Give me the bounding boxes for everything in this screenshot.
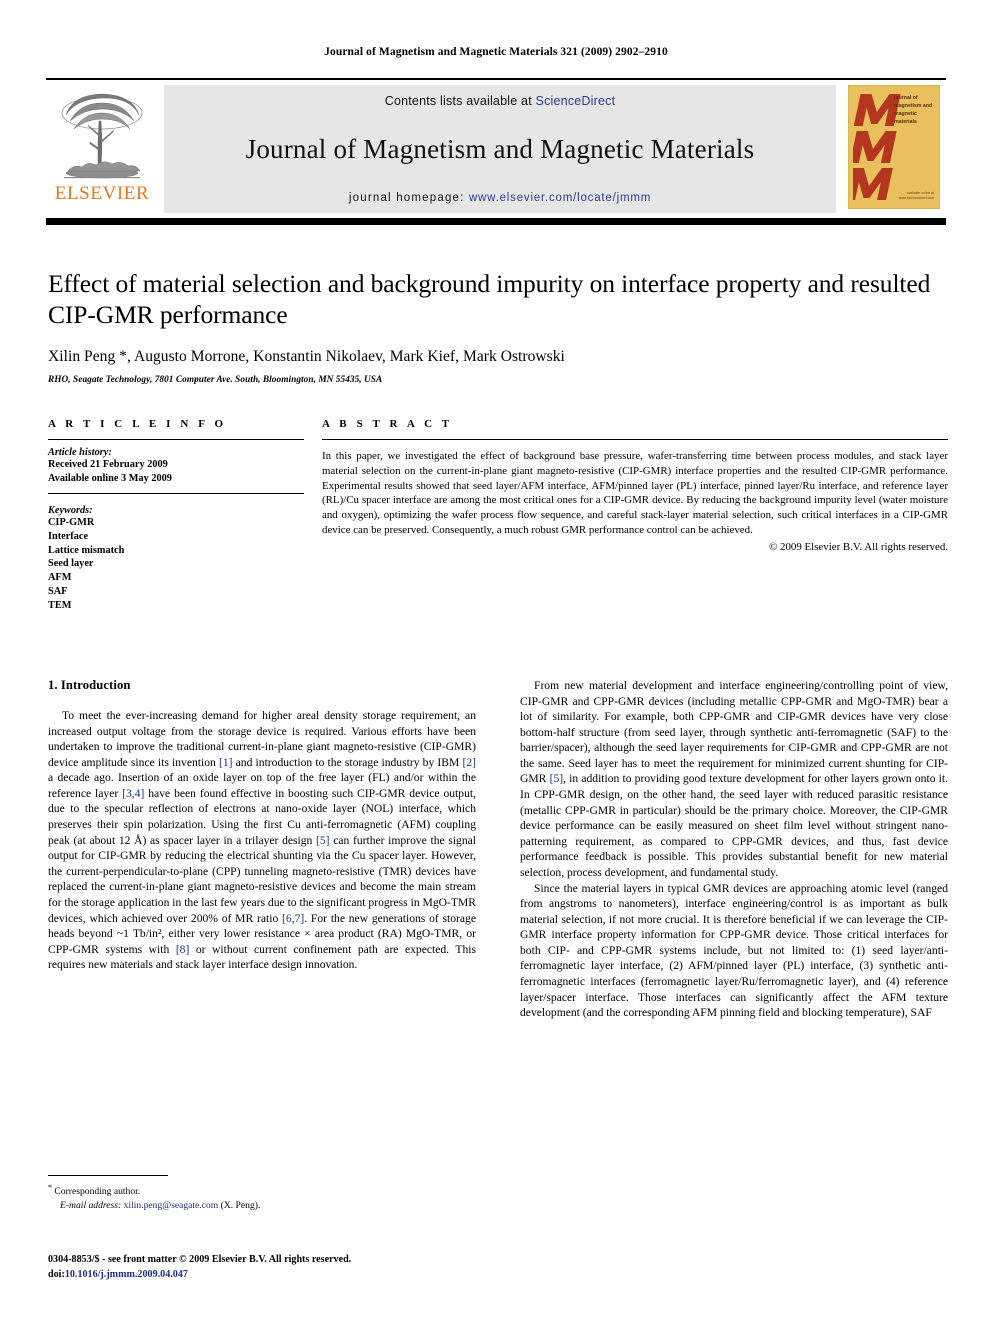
elsevier-tree-icon [61, 93, 143, 179]
paragraph: From new material development and interf… [520, 679, 948, 879]
article-history-online: Available online 3 May 2009 [48, 472, 172, 484]
issn-block: 0304-8853/$ - see front matter © 2009 El… [48, 1253, 476, 1282]
keyword-item: CIP-GMR [48, 516, 95, 528]
article-info-rule-top [48, 439, 304, 440]
paper-page: Journal of Magnetism and Magnetic Materi… [0, 0, 992, 1323]
keyword-item: Seed layer [48, 558, 94, 570]
doi-line: doi:10.1016/j.jmmm.2009.04.047 [48, 1268, 476, 1283]
article-info-column: A R T I C L E I N F O Article history: R… [48, 418, 304, 613]
issn-copyright-line: 0304-8853/$ - see front matter © 2009 El… [48, 1254, 352, 1265]
journal-title: Journal of Magnetism and Magnetic Materi… [245, 134, 755, 165]
paragraph: Since the material layers in typical GMR… [520, 881, 948, 1020]
journal-banner: Contents lists available at ScienceDirec… [164, 85, 836, 213]
elsevier-logo: ELSEVIER [46, 85, 158, 213]
corresponding-author-text: Corresponding author. [54, 1186, 141, 1198]
doi-link[interactable]: 10.1016/j.jmmm.2009.04.047 [65, 1269, 188, 1280]
keywords-block: Keywords: CIP-GMR Interface Lattice mism… [48, 505, 304, 613]
article-info-heading: A R T I C L E I N F O [48, 418, 227, 430]
article-history-received: Received 21 February 2009 [48, 459, 168, 470]
cover-footer-text: available online at www.sciencedirect.co… [898, 190, 934, 200]
journal-header: ELSEVIER Contents lists available at Sci… [46, 78, 946, 225]
keyword-item: TEM [48, 600, 72, 612]
keyword-item: SAF [48, 586, 68, 598]
keyword-item: Interface [48, 530, 89, 542]
journal-cover-thumbnail: journal of magnetism and magnetic materi… [848, 85, 940, 209]
keyword-item: AFM [48, 572, 72, 584]
header-bottom-rule [46, 218, 946, 225]
sciencedirect-link[interactable]: ScienceDirect [536, 94, 616, 108]
info-abstract-row: A R T I C L E I N F O Article history: R… [48, 418, 948, 613]
keywords-label: Keywords: [48, 504, 93, 516]
title-block: Effect of material selection and backgro… [48, 268, 948, 385]
doi-label: doi: [48, 1268, 65, 1280]
abstract-copyright: © 2009 Elsevier B.V. All rights reserved… [769, 540, 948, 553]
footnote-block: * Corresponding author. E-mail address: … [48, 1175, 476, 1212]
email-link[interactable]: xilin.peng@seagate.com [124, 1200, 219, 1211]
email-label: E-mail address: [60, 1199, 122, 1211]
asterisk-icon: * [48, 1183, 52, 1192]
abstract-rule [322, 439, 948, 440]
article-history-label: Article history: [48, 447, 112, 458]
right-column: From new material development and interf… [520, 678, 948, 1021]
page-title: Effect of material selection and backgro… [48, 269, 931, 330]
footnote-rule [48, 1175, 168, 1176]
homepage-prefix: journal homepage: [348, 192, 469, 204]
abstract-heading: A B S T R A C T [322, 418, 453, 430]
affiliation: RHO, Seagate Technology, 7801 Computer A… [48, 375, 383, 386]
abstract-text: In this paper, we investigated the effec… [322, 450, 948, 536]
email-suffix: (X. Peng). [220, 1199, 261, 1211]
journal-homepage-line: journal homepage: www.elsevier.com/locat… [349, 192, 651, 204]
left-column: 1. Introduction To meet the ever-increas… [48, 678, 476, 1021]
article-info-rule-bottom [48, 492, 304, 494]
corresponding-author-line: * Corresponding author. [48, 1182, 476, 1199]
body-columns: 1. Introduction To meet the ever-increas… [48, 678, 948, 1021]
abstract-column: A B S T R A C T In this paper, we invest… [322, 418, 948, 613]
email-line: E-mail address: xilin.peng@seagate.com (… [48, 1199, 476, 1212]
journal-homepage-link[interactable]: www.elsevier.com/locate/jmmm [469, 192, 651, 204]
header-top-rule [46, 78, 946, 80]
journal-cover-cell: journal of magnetism and magnetic materi… [842, 85, 946, 213]
running-head: Journal of Magnetism and Magnetic Materi… [324, 46, 668, 58]
elsevier-wordmark: ELSEVIER [54, 183, 150, 204]
keyword-item: Lattice mismatch [48, 544, 125, 556]
author-list: Xilin Peng *, Augusto Morrone, Konstanti… [48, 348, 565, 366]
section-heading-introduction: 1. Introduction [48, 678, 131, 692]
contents-prefix: Contents lists available at [384, 94, 536, 108]
paragraph: To meet the ever-increasing demand for h… [48, 709, 476, 972]
contents-lists-line: Contents lists available at ScienceDirec… [385, 94, 616, 108]
cover-title-text: journal of magnetism and magnetic materi… [894, 95, 933, 126]
